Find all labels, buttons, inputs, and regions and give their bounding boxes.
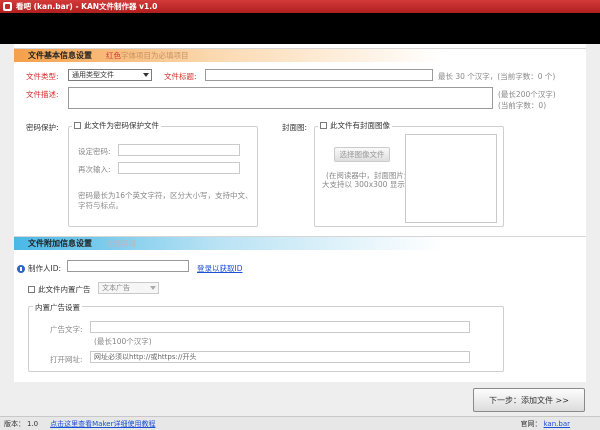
cover-checkbox-row[interactable]: 此文件有封面图像 <box>318 120 392 131</box>
ad-url-input[interactable]: 网址必须以http://或https://开头 <box>90 351 470 363</box>
file-title-hint: 最长 30 个汉字，(当前字数：0 个) <box>438 72 556 81</box>
chevron-down-icon <box>143 73 149 77</box>
app-logo-icon <box>3 2 12 11</box>
password-checkbox-row[interactable]: 此文件为密码保护文件 <box>72 120 161 131</box>
extra-info-title: 文件附加信息设置 <box>28 239 92 248</box>
info-icon <box>17 264 25 273</box>
login-link[interactable]: 登录以获取ID <box>197 263 243 274</box>
set-password-label: 设定密码: <box>78 147 111 156</box>
password-checkbox[interactable] <box>74 122 81 129</box>
basic-info-header: 文件基本信息设置 红色字体项目为必填项目 <box>14 48 586 62</box>
ad-type-select[interactable]: 文本广告 <box>98 282 159 294</box>
tutorial-link[interactable]: 点击这里查看Maker详细使用教程 <box>50 419 155 429</box>
file-desc-label: 文件描述: <box>26 90 59 99</box>
cover-hint-line2: 大支持以 300x300 显示) <box>322 180 408 189</box>
ad-text-label: 广告文字: <box>50 325 83 334</box>
top-banner <box>0 13 600 44</box>
title-bar: 看吧 (kan.bar) - KAN文件制作器 v1.0 <box>0 0 600 13</box>
extra-info-note: 全部选填 <box>106 239 136 248</box>
file-title-label: 文件标题: <box>164 72 197 81</box>
version-label: 版本： <box>4 419 25 428</box>
cover-checkbox[interactable] <box>320 122 327 129</box>
file-title-input[interactable] <box>205 69 433 81</box>
file-type-select[interactable]: 通用类型文件 <box>68 69 152 81</box>
file-desc-hint-count: (当前字数：0) <box>498 101 547 110</box>
ad-text-input[interactable] <box>90 321 470 333</box>
select-image-button[interactable]: 选择图像文件 <box>334 147 390 162</box>
ad-checkbox[interactable] <box>28 286 35 293</box>
ad-settings-title: 内置广告设置 <box>33 302 82 313</box>
ad-text-hint: (最长100个汉字) <box>94 337 152 346</box>
basic-info-note: 红色字体项目为必填项目 <box>106 51 189 60</box>
password-label: 密码保护: <box>26 123 59 132</box>
cover-preview <box>405 134 497 223</box>
confirm-password-label: 再次输入: <box>78 165 111 174</box>
password-group <box>68 126 258 227</box>
status-bar: 版本： 1.0 点击这里查看Maker详细使用教程 官网： kan.bar <box>0 416 600 430</box>
confirm-password-input[interactable] <box>118 162 240 174</box>
main-panel: 文件基本信息设置 红色字体项目为必填项目 文件类型: 通用类型文件 文件标题: … <box>14 44 586 382</box>
file-desc-textarea[interactable] <box>68 87 493 109</box>
cover-label: 封面图: <box>282 123 308 132</box>
ad-url-label: 打开网址: <box>50 355 83 364</box>
maker-id-input[interactable] <box>67 260 189 272</box>
site-label: 官网： <box>520 419 542 428</box>
chevron-down-icon <box>150 286 156 290</box>
file-type-label: 文件类型: <box>26 72 59 81</box>
site-link[interactable]: kan.bar <box>544 420 571 428</box>
maker-id-label-row: 制作人ID: <box>17 263 61 274</box>
basic-info-title: 文件基本信息设置 <box>28 51 92 60</box>
password-hint-line2: 字符与标点。 <box>78 201 123 210</box>
file-desc-hint-max: (最长200个汉字) <box>498 90 556 99</box>
version-value: 1.0 <box>27 419 39 428</box>
ad-checkbox-row[interactable]: 此文件内置广告 <box>28 284 91 295</box>
window-title: 看吧 (kan.bar) - KAN文件制作器 v1.0 <box>16 2 158 11</box>
next-add-files-button[interactable]: 下一步：添加文件 >> <box>473 388 585 412</box>
extra-info-header: 文件附加信息设置 全部选填 <box>14 236 586 250</box>
set-password-input[interactable] <box>118 144 240 156</box>
